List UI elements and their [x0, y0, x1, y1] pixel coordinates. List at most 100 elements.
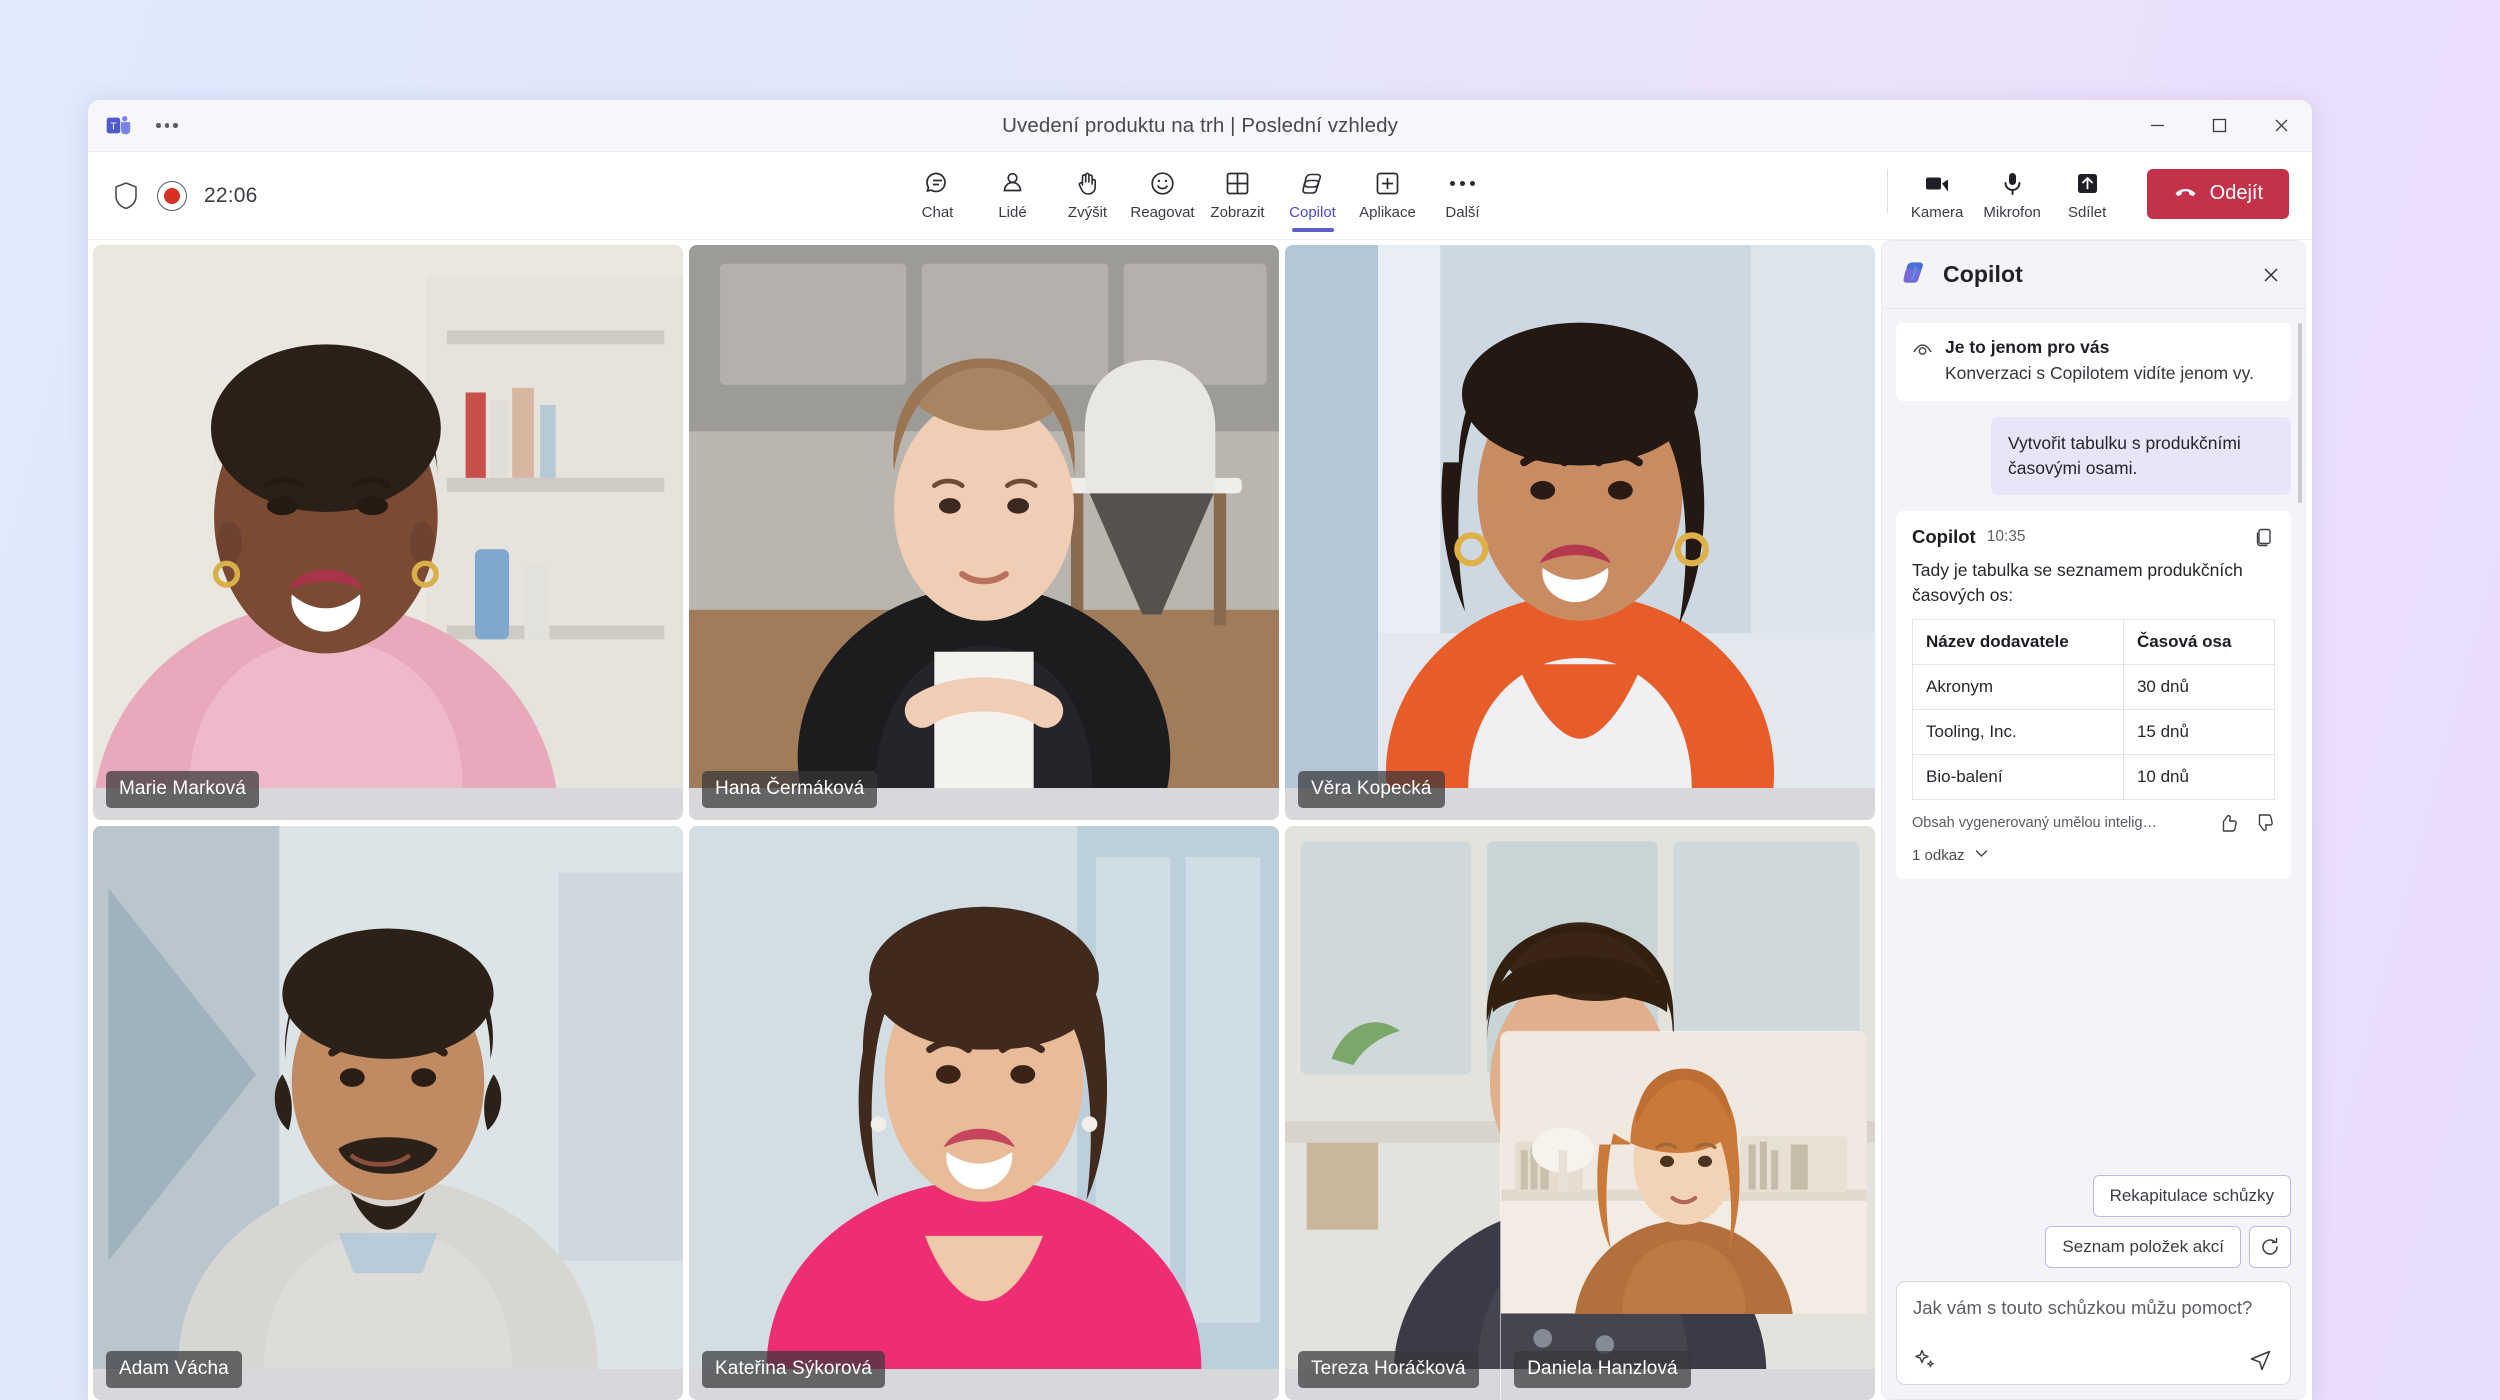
timeline-table: Název dodavatele Časová osa Akronym 30 d… [1912, 619, 2276, 801]
toolbar-label: Sdílet [2067, 203, 2107, 221]
participant-name-badge: Hana Čermáková [702, 770, 878, 808]
toolbar-center-actions: Chat Lidé Zvýšit Reagovat Zobrazit Copil… [900, 165, 1500, 227]
video-tile[interactable]: Věra Kopecká [1285, 245, 1875, 820]
toolbar-button-camera[interactable]: Kamera [1900, 165, 1975, 227]
participant-video [689, 825, 1279, 1369]
toolbar-label: Mikrofon [1983, 203, 2041, 221]
chevron-down-icon [1973, 845, 1990, 866]
ai-disclaimer: Obsah vygenerovaný umělou intelig… [1912, 812, 2275, 834]
toolbar-button-share[interactable]: Sdílet [2050, 165, 2125, 227]
table-cell: Bio-balení [1912, 754, 2124, 801]
toolbar-button-copilot[interactable]: Copilot [1275, 165, 1350, 227]
participant-video [93, 245, 683, 789]
video-tile[interactable]: Hana Čermáková [689, 245, 1279, 820]
suggestion-chips: Rekapitulace schůzky Seznam položek akcí [1896, 1175, 2291, 1268]
toolbar-label: Aplikace [1359, 203, 1416, 221]
video-tile[interactable]: Tereza Horáčková Daniela Hanzlová [1285, 825, 1875, 1400]
copilot-header: Copilot [1882, 241, 2305, 309]
participant-video [1501, 1032, 1867, 1314]
table-header-cell: Časová osa [2122, 619, 2276, 666]
toolbar-divider [1886, 168, 1888, 213]
toolbar-label: Chat [921, 203, 954, 221]
record-icon [157, 180, 187, 211]
overflow-menu-icon[interactable] [152, 117, 182, 134]
meeting-toolbar: 22:06 Chat Lidé Zvýšit Reagovat Zobrazit… [88, 152, 2312, 240]
meeting-timer: 22:06 [204, 183, 258, 207]
react-icon [1149, 169, 1176, 199]
teams-window: T Uvedení produktu na trh | Poslední vzh… [88, 100, 2312, 1400]
toolbar-button-more[interactable]: Další [1425, 165, 1500, 227]
page-title: Uvedení produktu na trh | Poslední vzhle… [1002, 113, 1398, 137]
table-cell: Tooling, Inc. [1912, 709, 2124, 756]
toolbar-button-microphone[interactable]: Mikrofon [1975, 165, 2050, 227]
thumbs-up-icon[interactable] [2217, 812, 2239, 834]
leave-call-button[interactable]: Odejít [2146, 168, 2289, 219]
camera-icon [1923, 169, 1952, 199]
toolbar-button-people[interactable]: Lidé [975, 165, 1050, 227]
references-label: 1 odkaz [1912, 847, 1965, 865]
close-button[interactable] [2250, 100, 2312, 151]
people-icon [999, 169, 1026, 199]
suggestion-chip-recap[interactable]: Rekapitulace schůzky [2092, 1175, 2291, 1217]
maximize-button[interactable] [2188, 100, 2250, 151]
participant-name-badge: Daniela Hanzlová [1514, 1351, 1691, 1388]
privacy-body: Konverzaci s Copilotem vidíte jenom vy. [1945, 363, 2254, 383]
conversation-scrollbar[interactable] [2298, 323, 2302, 503]
participant-video [689, 245, 1279, 789]
user-message: Vytvořit tabulku s produkčními časovými … [1991, 417, 2291, 496]
refresh-suggestions-button[interactable] [2249, 1226, 2291, 1268]
participant-name-badge: Adam Vácha [106, 1351, 242, 1388]
chat-icon [924, 169, 951, 199]
suggestion-chip-action-items[interactable]: Seznam položek akcí [2045, 1226, 2241, 1268]
toolbar-label: Lidé [998, 203, 1027, 221]
copilot-conversation: Je to jenom pro vás Konverzaci s Copilot… [1882, 309, 2305, 1175]
raise-hand-icon [1074, 169, 1101, 199]
video-tile[interactable]: Kateřina Sýkorová [689, 825, 1279, 1400]
toolbar-button-react[interactable]: Reagovat [1125, 165, 1200, 227]
participant-name-badge: Tereza Horáčková [1298, 1351, 1479, 1388]
minimize-button[interactable] [2126, 100, 2188, 151]
toolbar-button-raise-hand[interactable]: Zvýšit [1050, 165, 1125, 227]
toolbar-button-apps[interactable]: Aplikace [1350, 165, 1425, 227]
copilot-title: Copilot [1943, 261, 2023, 287]
disclaimer-text: Obsah vygenerovaný umělou intelig… [1912, 815, 2158, 832]
svg-text:T: T [110, 121, 116, 132]
toolbar-button-view[interactable]: Zobrazit [1200, 165, 1275, 227]
send-icon[interactable] [2248, 1346, 2274, 1372]
pip-video-tile[interactable]: Daniela Hanzlová [1501, 1032, 1867, 1400]
video-tile[interactable]: Marie Marková [93, 245, 683, 820]
toolbar-label: Kamera [1910, 203, 1964, 221]
table-row: Akronym 30 dnů [1912, 664, 2276, 711]
thumbs-down-icon[interactable] [2253, 812, 2275, 834]
table-cell: 10 dnů [2122, 754, 2276, 801]
table-cell: 30 dnů [2122, 664, 2276, 711]
shield-icon[interactable] [113, 181, 139, 210]
privacy-notice: Je to jenom pro vás Konverzaci s Copilot… [1896, 323, 2291, 402]
view-grid-icon [1224, 169, 1251, 199]
copilot-response: Copilot 10:35 Tady je tabulka se sezname… [1896, 511, 2291, 880]
hang-up-icon [2173, 182, 2198, 205]
meeting-stage: Marie Marková Hana Čermáková Věra Kopeck… [88, 240, 2312, 1400]
apps-plus-icon [1374, 169, 1401, 199]
copilot-footer: Rekapitulace schůzky Seznam položek akcí [1882, 1175, 2305, 1399]
video-tile[interactable]: Adam Vácha [93, 825, 683, 1400]
copilot-composer [1896, 1281, 2291, 1385]
toolbar-label: Reagovat [1130, 203, 1195, 221]
response-time: 10:35 [1986, 528, 2026, 546]
teams-logo-icon: T [105, 112, 132, 139]
close-copilot-button[interactable] [2253, 257, 2289, 293]
toolbar-label: Zobrazit [1210, 203, 1265, 221]
share-up-icon [2074, 169, 2101, 199]
response-text: Tady je tabulka se seznamem produkčních … [1912, 560, 2243, 605]
response-author: Copilot [1912, 526, 1976, 548]
references-toggle[interactable]: 1 odkaz [1912, 845, 2275, 866]
recording-indicator: 22:06 [157, 180, 258, 211]
sparkle-icon[interactable] [1913, 1347, 1938, 1372]
copilot-input[interactable] [1913, 1297, 2274, 1319]
toolbar-button-chat[interactable]: Chat [900, 165, 975, 227]
participant-video [93, 825, 683, 1369]
participant-name-badge: Věra Kopecká [1298, 770, 1445, 808]
table-header-row: Název dodavatele Časová osa [1912, 619, 2276, 666]
table-row: Tooling, Inc. 15 dnů [1912, 709, 2276, 756]
copy-icon[interactable] [2253, 526, 2275, 548]
